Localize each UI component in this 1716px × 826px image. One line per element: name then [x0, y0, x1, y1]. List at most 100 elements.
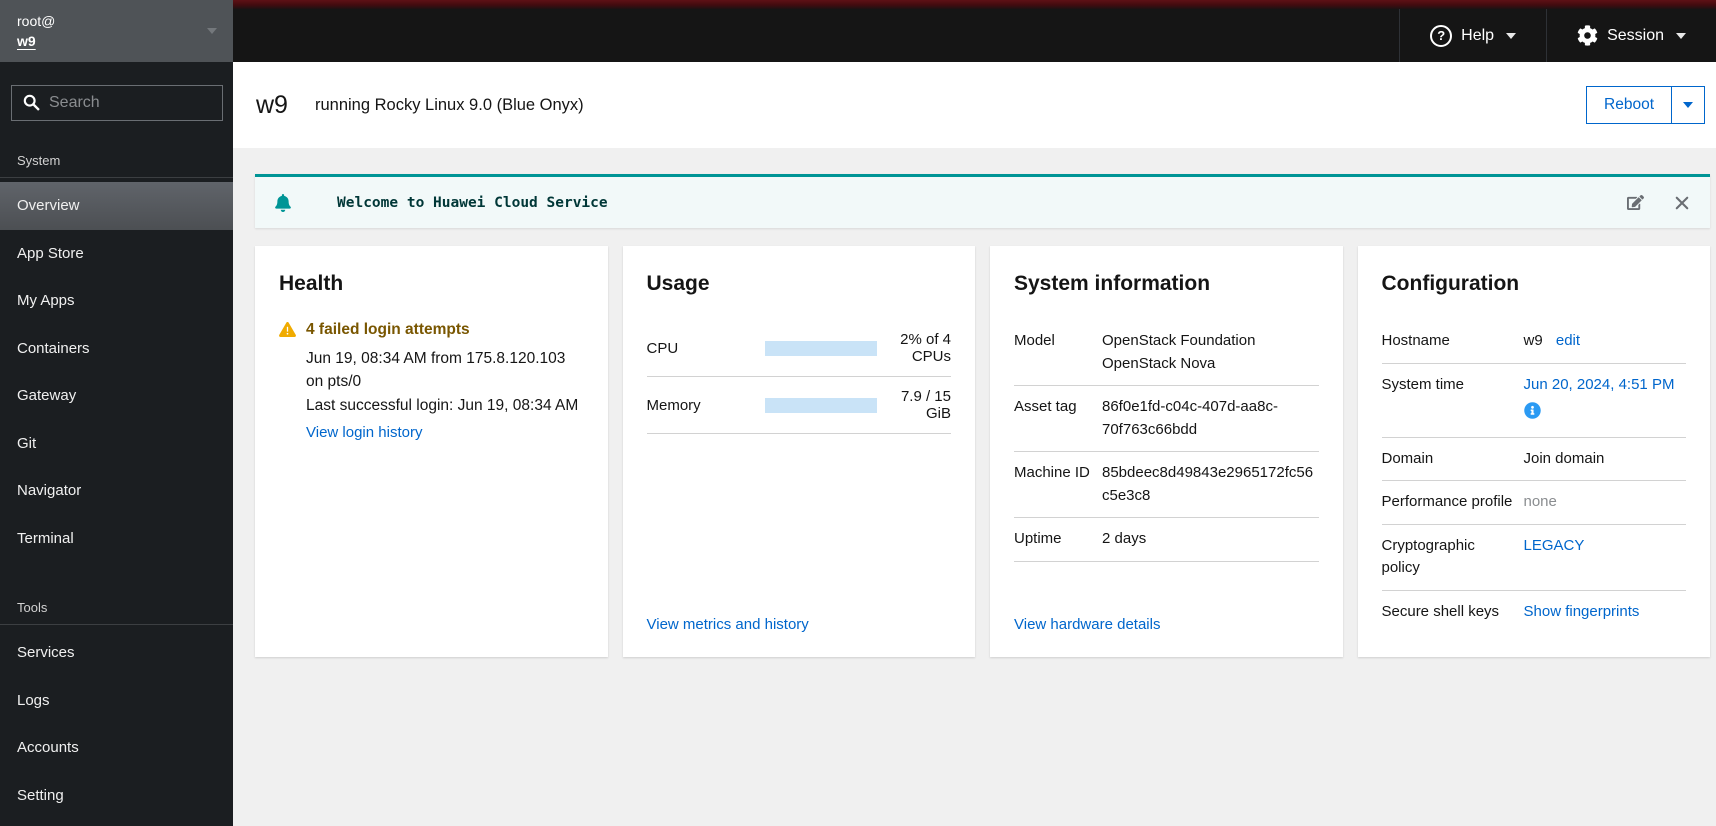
- ssh-keys-label: Secure shell keys: [1381, 602, 1500, 620]
- failed-logins-alert: 4 failed login attempts: [306, 321, 470, 338]
- sidebar-item-services[interactable]: Services: [0, 629, 233, 677]
- dashboard-cards: Health 4 failed login attempts Jun 19, 0…: [255, 246, 1710, 657]
- crypto-policy-link[interactable]: LEGACY: [1524, 537, 1585, 554]
- masthead-accent-strip: [233, 0, 1716, 9]
- cpu-usage-value: 2% of 4 CPUs: [900, 331, 951, 365]
- sidebar-item-accounts[interactable]: Accounts: [0, 724, 233, 772]
- domain-label: Domain: [1381, 449, 1434, 467]
- reboot-dropdown-toggle[interactable]: [1671, 87, 1704, 123]
- show-fingerprints-link[interactable]: Show fingerprints: [1524, 603, 1640, 620]
- machine-id-label: Machine ID: [1014, 464, 1090, 481]
- reboot-split-button: Reboot: [1586, 86, 1705, 124]
- main-content: w9 running Rocky Linux 9.0 (Blue Onyx) R…: [233, 62, 1716, 826]
- close-icon[interactable]: [1675, 196, 1689, 210]
- masthead: ? Help Session: [233, 0, 1716, 62]
- caret-down-icon: [1506, 32, 1517, 39]
- caret-down-icon: [207, 28, 217, 34]
- cpu-usage-row: CPU 2% of 4 CPUs: [646, 320, 951, 377]
- help-label: Help: [1461, 26, 1495, 44]
- domain-row: Domain Join domain: [1381, 438, 1687, 481]
- nav-section-tools: Tools: [0, 592, 233, 625]
- user-menu[interactable]: root@ w9: [0, 0, 233, 62]
- help-icon: ?: [1430, 24, 1453, 47]
- user-hostname: w9: [17, 33, 36, 49]
- ssh-keys-row: Secure shell keys Show fingerprints: [1382, 591, 1687, 634]
- sidebar-item-navigator[interactable]: Navigator: [0, 467, 233, 515]
- page-title: w9: [256, 90, 288, 119]
- health-card: Health 4 failed login attempts Jun 19, 0…: [255, 246, 608, 657]
- memory-label: Memory: [646, 396, 701, 414]
- crypto-policy-label: Cryptographic policy: [1381, 536, 1475, 577]
- memory-usage-row: Memory 7.9 / 15 GiB: [646, 377, 951, 434]
- gear-icon: [1577, 25, 1598, 46]
- sidebar-nav: System Overview App Store My Apps Contai…: [0, 145, 233, 819]
- hostname-edit-link[interactable]: edit: [1556, 332, 1580, 349]
- sysinfo-card-title: System information: [1014, 272, 1211, 295]
- asset-tag-row: Asset tag 86f0e1fd-c04c-407d-aa8c-70f763…: [1014, 386, 1319, 452]
- sidebar-item-gateway[interactable]: Gateway: [0, 372, 233, 420]
- os-subtitle: running Rocky Linux 9.0 (Blue Onyx): [314, 95, 584, 114]
- search-icon: [23, 94, 40, 111]
- asset-tag-value: 86f0e1fd-c04c-407d-aa8c-70f763c66bdd: [1102, 398, 1278, 438]
- system-information-card: System information Model OpenStack Found…: [990, 246, 1343, 657]
- sidebar-item-overview[interactable]: Overview: [0, 182, 233, 230]
- sidebar: root@ w9 System Overview App Store My Ap…: [0, 0, 233, 826]
- sidebar-item-containers[interactable]: Containers: [0, 325, 233, 373]
- session-menu[interactable]: Session: [1546, 9, 1716, 62]
- last-login-detail: Last successful login: Jun 19, 08:34 AM: [306, 397, 579, 415]
- info-icon[interactable]: [1523, 402, 1541, 419]
- warning-icon: [279, 320, 296, 337]
- view-hardware-details-link[interactable]: View hardware details: [1014, 616, 1319, 633]
- banner-message: Welcome to Huawei Cloud Service: [337, 194, 608, 211]
- sidebar-search: [0, 62, 233, 121]
- system-time-row: System time Jun 20, 2024, 4:51 PM: [1381, 364, 1686, 438]
- sidebar-item-logs[interactable]: Logs: [0, 677, 233, 725]
- hostname-value: w9: [1523, 332, 1543, 349]
- health-card-title: Health: [279, 272, 344, 295]
- nav-section-system: System: [0, 145, 233, 178]
- help-menu[interactable]: ? Help: [1399, 9, 1546, 62]
- sidebar-item-terminal[interactable]: Terminal: [0, 515, 233, 563]
- sidebar-item-setting[interactable]: Setting: [0, 772, 233, 820]
- session-label: Session: [1607, 26, 1664, 44]
- performance-profile-value: none: [1523, 493, 1557, 510]
- view-metrics-link[interactable]: View metrics and history: [647, 616, 952, 633]
- configuration-card: Configuration Hostname w9 edit System ti…: [1357, 246, 1710, 657]
- sidebar-item-app-store[interactable]: App Store: [0, 230, 233, 278]
- machine-id-row: Machine ID 85bdeec8d49843e2965172fc56c5e…: [1014, 452, 1319, 518]
- model-label: Model: [1014, 332, 1055, 349]
- config-card-title: Configuration: [1381, 272, 1520, 295]
- system-time-link[interactable]: Jun 20, 2024, 4:51 PM: [1524, 376, 1675, 393]
- motd-banner: Welcome to Huawei Cloud Service: [255, 174, 1710, 228]
- asset-tag-label: Asset tag: [1014, 398, 1077, 415]
- reboot-button[interactable]: Reboot: [1587, 87, 1671, 123]
- failed-login-detail: Jun 19, 08:34 AM from 175.8.120.103 on p…: [306, 349, 566, 391]
- usage-card: Usage CPU 2% of 4 CPUs Memory 7.9 / 15 G…: [622, 246, 975, 657]
- usage-card-title: Usage: [646, 272, 710, 295]
- performance-profile-row: Performance profile none: [1381, 481, 1686, 525]
- model-row: Model OpenStack Foundation OpenStack Nov…: [1014, 320, 1319, 386]
- join-domain-link[interactable]: Join domain: [1524, 448, 1687, 471]
- view-login-history-link[interactable]: View login history: [306, 424, 584, 441]
- bell-icon: [275, 193, 291, 212]
- uptime-row: Uptime 2 days: [1014, 518, 1319, 562]
- caret-down-icon: [1676, 32, 1686, 39]
- memory-progress-bar: [764, 397, 877, 413]
- sidebar-item-my-apps[interactable]: My Apps: [0, 277, 233, 325]
- hostname-label: Hostname: [1381, 332, 1450, 349]
- crypto-policy-row: Cryptographic policy LEGACY: [1381, 525, 1686, 591]
- edit-icon[interactable]: [1627, 194, 1644, 211]
- memory-usage-value: 7.9 / 15 GiB: [900, 388, 951, 422]
- search-input[interactable]: [11, 85, 223, 121]
- user-name: root@: [17, 12, 56, 29]
- system-time-label: System time: [1381, 375, 1465, 393]
- cpu-label: CPU: [646, 339, 679, 357]
- cpu-progress-bar: [764, 340, 877, 356]
- uptime-label: Uptime: [1014, 530, 1062, 547]
- model-value: OpenStack Foundation OpenStack Nova: [1102, 332, 1256, 372]
- sidebar-item-git[interactable]: Git: [0, 420, 233, 468]
- uptime-value: 2 days: [1102, 530, 1147, 547]
- machine-id-value: 85bdeec8d49843e2965172fc56c5e3c8: [1102, 464, 1314, 504]
- page-header: w9 running Rocky Linux 9.0 (Blue Onyx) R…: [233, 62, 1716, 148]
- hostname-row: Hostname w9 edit: [1381, 320, 1686, 364]
